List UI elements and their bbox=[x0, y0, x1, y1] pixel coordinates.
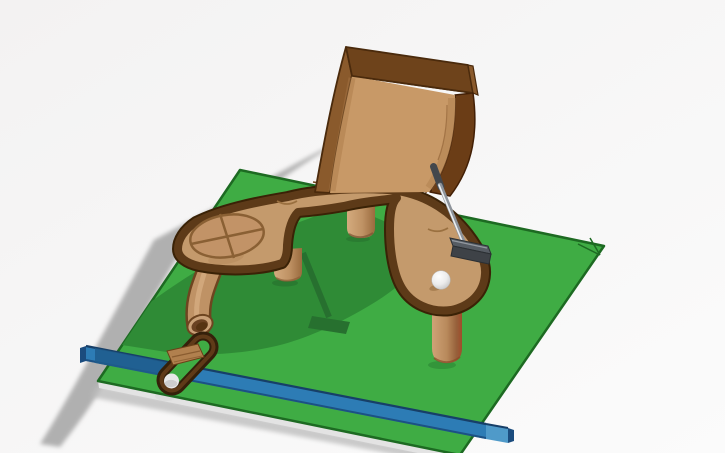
water-left-cap bbox=[80, 346, 86, 363]
viewport-3d[interactable] bbox=[0, 0, 725, 453]
ball bbox=[431, 270, 451, 290]
golf-hole-shade bbox=[164, 379, 178, 388]
curved-ramp[interactable] bbox=[314, 46, 479, 197]
water-right-tip bbox=[508, 428, 514, 443]
scene-canvas[interactable] bbox=[0, 0, 725, 453]
